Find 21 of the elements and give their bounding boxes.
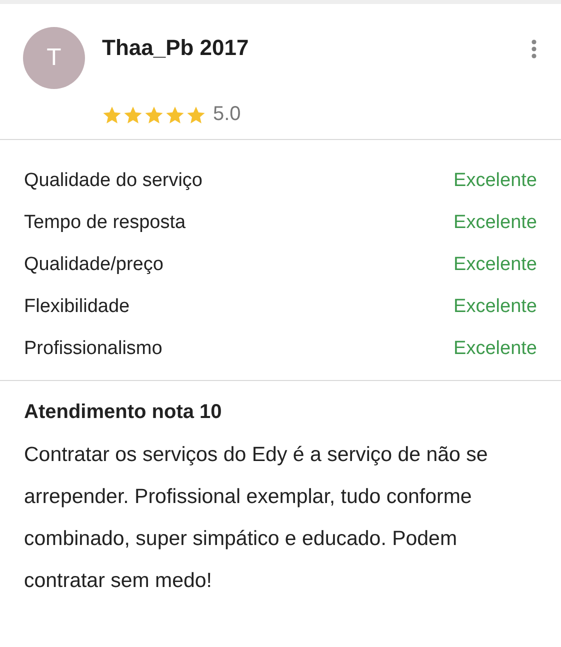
avatar: T (23, 27, 85, 89)
review-text: Contratar os serviços do Edy é a serviço de não se arrepender. Profissional exemplar, tudo conforme combinado, super simpático e educado. Podem contratar sem medo! (24, 442, 489, 594)
rating-value: Excelente (454, 170, 537, 192)
star-icon (165, 104, 185, 124)
rating-score: 5.0 (213, 103, 241, 126)
rating-label: Profissionalismo (24, 338, 162, 360)
rating-label: Flexibilidade (24, 296, 130, 318)
rating-value: Excelente (454, 296, 537, 318)
star-icon (102, 104, 122, 124)
rating-value: Excelente (454, 338, 537, 360)
rating-value: Excelente (454, 212, 537, 234)
star-icon (144, 104, 164, 124)
more-options-icon[interactable] (531, 39, 537, 59)
author-name: Thaa_Pb 2017 (102, 35, 250, 61)
rating-value: Excelente (454, 254, 537, 276)
star-icon (123, 104, 143, 124)
star-icon (186, 104, 206, 124)
rating-label: Qualidade/preço (24, 254, 164, 276)
review-title: Atendimento nota 10 (24, 401, 223, 424)
rating-label: Tempo de resposta (24, 212, 186, 234)
rating-label: Qualidade do serviço (24, 170, 202, 192)
